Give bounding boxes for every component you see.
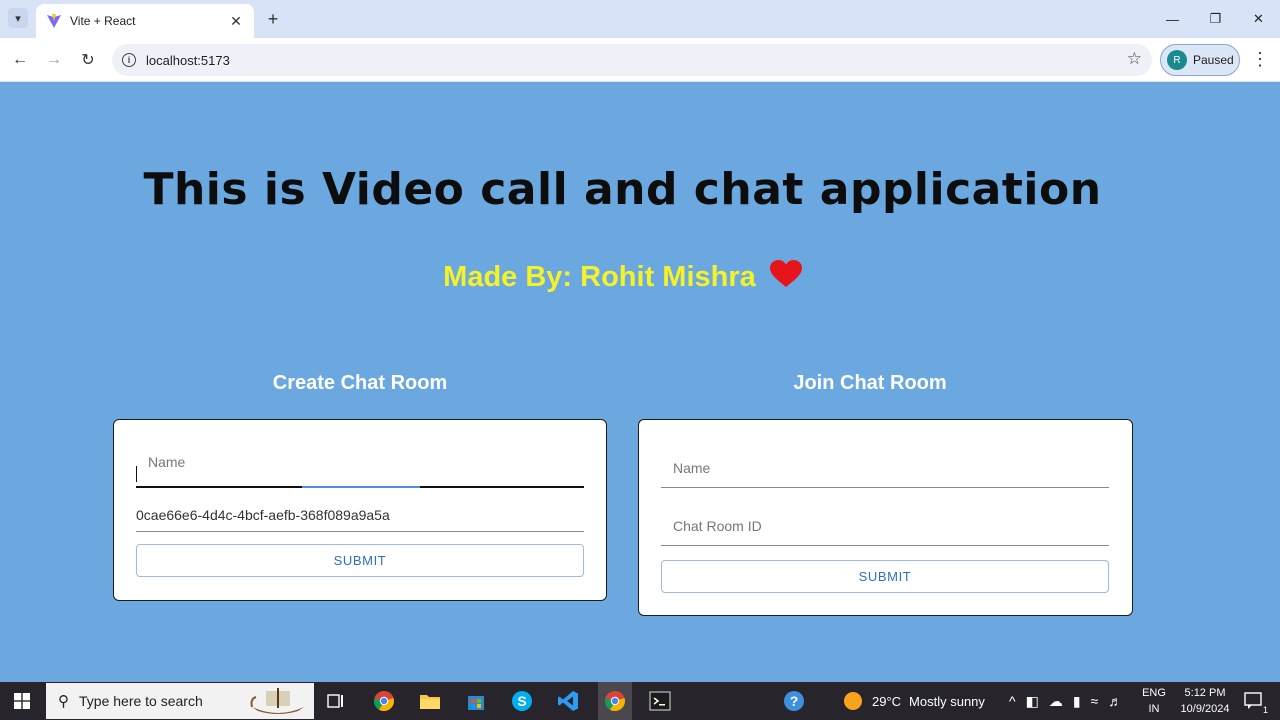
minimize-icon[interactable]: — — [1151, 0, 1194, 38]
tab-search-icon[interactable]: ▾ — [8, 8, 28, 28]
create-room-id-field[interactable]: 0cae66e6-4d4c-4bcf-aefb-368f089a9a5a — [136, 504, 584, 532]
system-tray: ^ ◧ ☁ ▮ ≈ ♬ — [1004, 682, 1127, 720]
bookmark-star-icon[interactable]: ☆ — [1127, 49, 1142, 69]
new-tab-icon[interactable]: + — [262, 8, 284, 30]
reload-icon[interactable]: ↻ — [76, 48, 100, 72]
region-code: IN — [1148, 703, 1160, 715]
volume-icon[interactable]: ♬ — [1108, 693, 1122, 709]
help-icon[interactable]: ? — [780, 687, 808, 715]
join-room-id-underline — [661, 545, 1109, 546]
windows-taskbar: ⚲ Type here to search S ? 29°C Mostly su — [0, 682, 1280, 720]
forward-icon[interactable]: → — [42, 48, 66, 72]
search-icon: ⚲ — [58, 693, 69, 710]
profile-status: Paused — [1193, 53, 1234, 67]
join-room-card: SUBMIT — [638, 419, 1133, 616]
microsoft-store-icon[interactable] — [462, 687, 490, 715]
join-name-field[interactable] — [661, 456, 1109, 488]
onedrive-icon[interactable]: ☁ — [1049, 693, 1063, 710]
url-text: localhost:5173 — [146, 52, 230, 68]
create-room-heading: Create Chat Room — [272, 372, 448, 394]
weather-widget[interactable]: 29°C Mostly sunny — [842, 682, 985, 720]
search-placeholder: Type here to search — [79, 693, 203, 709]
more-menu-icon[interactable]: ⋮ — [1250, 48, 1270, 72]
windows-logo-icon — [14, 693, 30, 709]
weather-temp: 29°C — [872, 693, 902, 709]
file-explorer-icon[interactable] — [416, 687, 444, 715]
chrome-icon[interactable] — [370, 687, 398, 715]
address-bar[interactable]: i localhost:5173 ☆ — [112, 44, 1152, 76]
clock-date: 10/9/2024 — [1180, 703, 1230, 715]
page-subtitle: Made By: Rohit Mishra — [0, 260, 1245, 294]
join-room-heading: Join Chat Room — [793, 372, 947, 394]
create-name-field[interactable] — [136, 448, 584, 488]
browser-tab[interactable]: Vite + React ✕ — [36, 4, 254, 38]
restore-icon[interactable]: ❐ — [1194, 0, 1237, 38]
notification-count: 1 — [1262, 705, 1268, 715]
chevron-up-icon[interactable]: ^ — [1009, 693, 1016, 709]
close-tab-icon[interactable]: ✕ — [228, 13, 244, 30]
focus-accent-line — [302, 486, 420, 488]
join-submit-button[interactable]: SUBMIT — [661, 560, 1109, 593]
join-room-id-field[interactable] — [661, 514, 1109, 546]
chrome-profile-active-icon[interactable] — [598, 682, 632, 720]
page-title: This is Video call and chat application — [143, 164, 1102, 215]
page-content: This is Video call and chat application … — [0, 82, 1280, 682]
create-room-card: 0cae66e6-4d4c-4bcf-aefb-368f089a9a5a SUB… — [113, 419, 607, 601]
create-name-input[interactable] — [148, 454, 578, 470]
author-credit: Made By: Rohit Mishra — [443, 261, 756, 293]
weather-desc: Mostly sunny — [909, 693, 985, 709]
clock[interactable]: 5:12 PM 10/9/2024 — [1170, 685, 1240, 717]
vite-logo-icon — [47, 14, 61, 28]
wifi-icon[interactable]: ≈ — [1091, 693, 1099, 709]
start-button[interactable] — [0, 682, 44, 720]
meet-now-icon[interactable]: ◧ — [1026, 693, 1039, 710]
sun-icon — [844, 692, 862, 710]
site-info-icon[interactable]: i — [122, 53, 136, 67]
svg-text:?: ? — [790, 693, 799, 709]
text-caret — [136, 466, 137, 482]
taskbar-search[interactable]: ⚲ Type here to search — [46, 683, 314, 719]
create-submit-button[interactable]: SUBMIT — [136, 544, 584, 577]
browser-tab-bar: ▾ Vite + React ✕ + — ❐ ✕ — [0, 0, 1280, 38]
close-window-icon[interactable]: ✕ — [1237, 0, 1280, 38]
avatar: R — [1167, 50, 1187, 70]
language-code: ENG — [1142, 687, 1166, 699]
back-icon[interactable]: ← — [8, 48, 32, 72]
language-indicator[interactable]: ENG IN — [1140, 685, 1168, 717]
skype-icon[interactable]: S — [508, 687, 536, 715]
join-name-underline — [661, 487, 1109, 488]
task-view-icon[interactable] — [322, 687, 350, 715]
browser-toolbar: ← → ↻ i localhost:5173 ☆ R Paused ⋮ — [0, 38, 1280, 82]
terminal-icon[interactable] — [646, 687, 674, 715]
join-room-id-input[interactable] — [673, 518, 1103, 534]
vscode-icon[interactable] — [554, 687, 582, 715]
profile-button[interactable]: R Paused — [1160, 44, 1240, 76]
battery-icon[interactable]: ▮ — [1073, 693, 1081, 710]
clock-time: 5:12 PM — [1184, 687, 1226, 699]
viking-ship-icon — [250, 688, 304, 714]
create-room-id-value: 0cae66e6-4d4c-4bcf-aefb-368f089a9a5a — [136, 507, 390, 523]
join-name-input[interactable] — [673, 460, 1103, 476]
create-room-id-underline — [136, 531, 584, 532]
window-controls: — ❐ ✕ — [1151, 0, 1280, 38]
notification-center-icon[interactable]: 1 — [1240, 687, 1268, 715]
svg-text:S: S — [517, 693, 526, 709]
heart-icon — [769, 260, 802, 287]
tab-title: Vite + React — [70, 14, 136, 28]
